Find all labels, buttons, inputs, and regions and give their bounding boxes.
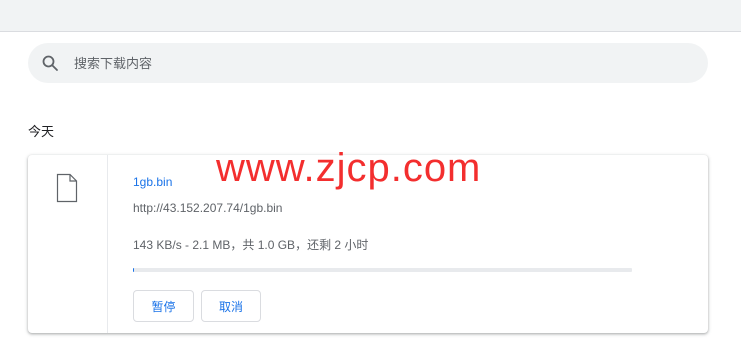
toolbar-divider xyxy=(0,31,741,32)
file-icon xyxy=(56,173,78,203)
date-group-header: 今天 xyxy=(28,124,55,139)
pause-button[interactable]: 暂停 xyxy=(133,290,194,322)
file-name-link[interactable]: 1gb.bin xyxy=(133,175,172,189)
progress-bar-fill xyxy=(133,268,134,272)
download-details: 1gb.bin http://43.152.207.74/1gb.bin 143… xyxy=(133,155,693,333)
file-icon-column xyxy=(28,155,108,333)
search-input[interactable] xyxy=(74,43,674,83)
source-url: http://43.152.207.74/1gb.bin xyxy=(133,201,283,215)
top-toolbar xyxy=(0,0,741,31)
progress-bar xyxy=(133,268,632,272)
cancel-button[interactable]: 取消 xyxy=(201,290,261,322)
search-box[interactable] xyxy=(28,43,708,83)
search-icon[interactable] xyxy=(41,54,59,72)
downloads-page: 今天 1gb.bin http://43.152.207.74/1gb.bin … xyxy=(0,0,741,345)
download-item-card: 1gb.bin http://43.152.207.74/1gb.bin 143… xyxy=(28,155,708,333)
download-status: 143 KB/s - 2.1 MB，共 1.0 GB，还剩 2 小时 xyxy=(133,238,369,252)
